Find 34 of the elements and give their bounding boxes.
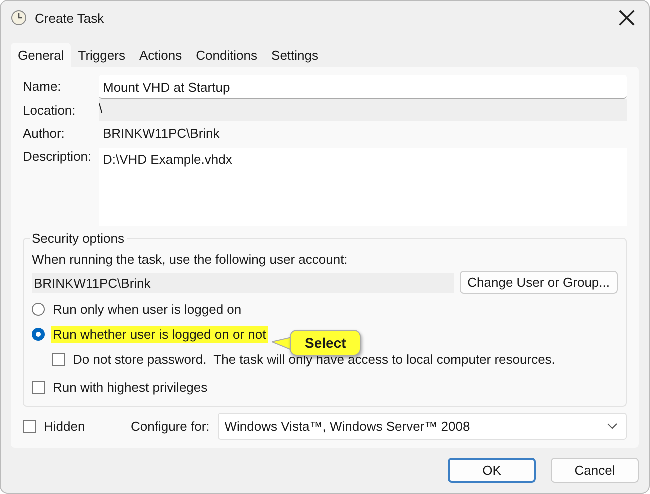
clock-icon (11, 10, 27, 26)
chevron-down-icon (607, 423, 618, 430)
location-field: \ (99, 99, 627, 121)
dialog-button[interactable]: Cancel (551, 458, 639, 483)
user-account-field: BRINKW11PC\Brink (32, 272, 454, 292)
window-title: Create Task (35, 10, 106, 26)
author-value: BRINKW11PC\Brink (102, 125, 221, 143)
close-icon[interactable] (617, 8, 637, 28)
checkbox[interactable] (23, 420, 36, 433)
field-label: Author: (23, 125, 66, 141)
change-user-button[interactable]: Change User or Group... (460, 271, 618, 294)
radio-button[interactable] (32, 303, 45, 316)
field-label: Description: (23, 148, 93, 164)
field-label: Location: (23, 102, 77, 118)
dialog-button[interactable]: OK (448, 458, 536, 483)
option-label: Run with highest privileges (52, 379, 209, 396)
configure-label: Configure for: (131, 419, 210, 434)
tab[interactable]: Triggers (71, 45, 132, 67)
configure-dropdown[interactable]: Windows Vista™, Windows Server™ 2008 (218, 413, 627, 440)
name-field[interactable]: Mount VHD at Startup (99, 75, 627, 99)
field-label: Name: (23, 78, 62, 94)
group-title: Security options (30, 231, 126, 246)
description-field[interactable]: D:\VHD Example.vhdx (99, 148, 627, 226)
option-label: Hidden (43, 418, 86, 435)
radio-button[interactable] (32, 328, 45, 341)
option-label: Run whether user is logged on or not (51, 326, 268, 343)
option-label: Run only when user is logged on (52, 301, 243, 318)
tab[interactable]: General (11, 43, 72, 67)
checkbox[interactable] (52, 353, 65, 366)
account-prompt: When running the task, use the following user account: (32, 252, 349, 267)
checkbox[interactable] (32, 381, 45, 394)
tab[interactable]: Conditions (189, 45, 265, 67)
tab[interactable]: Actions (132, 45, 190, 67)
tab[interactable]: Settings (264, 45, 326, 67)
